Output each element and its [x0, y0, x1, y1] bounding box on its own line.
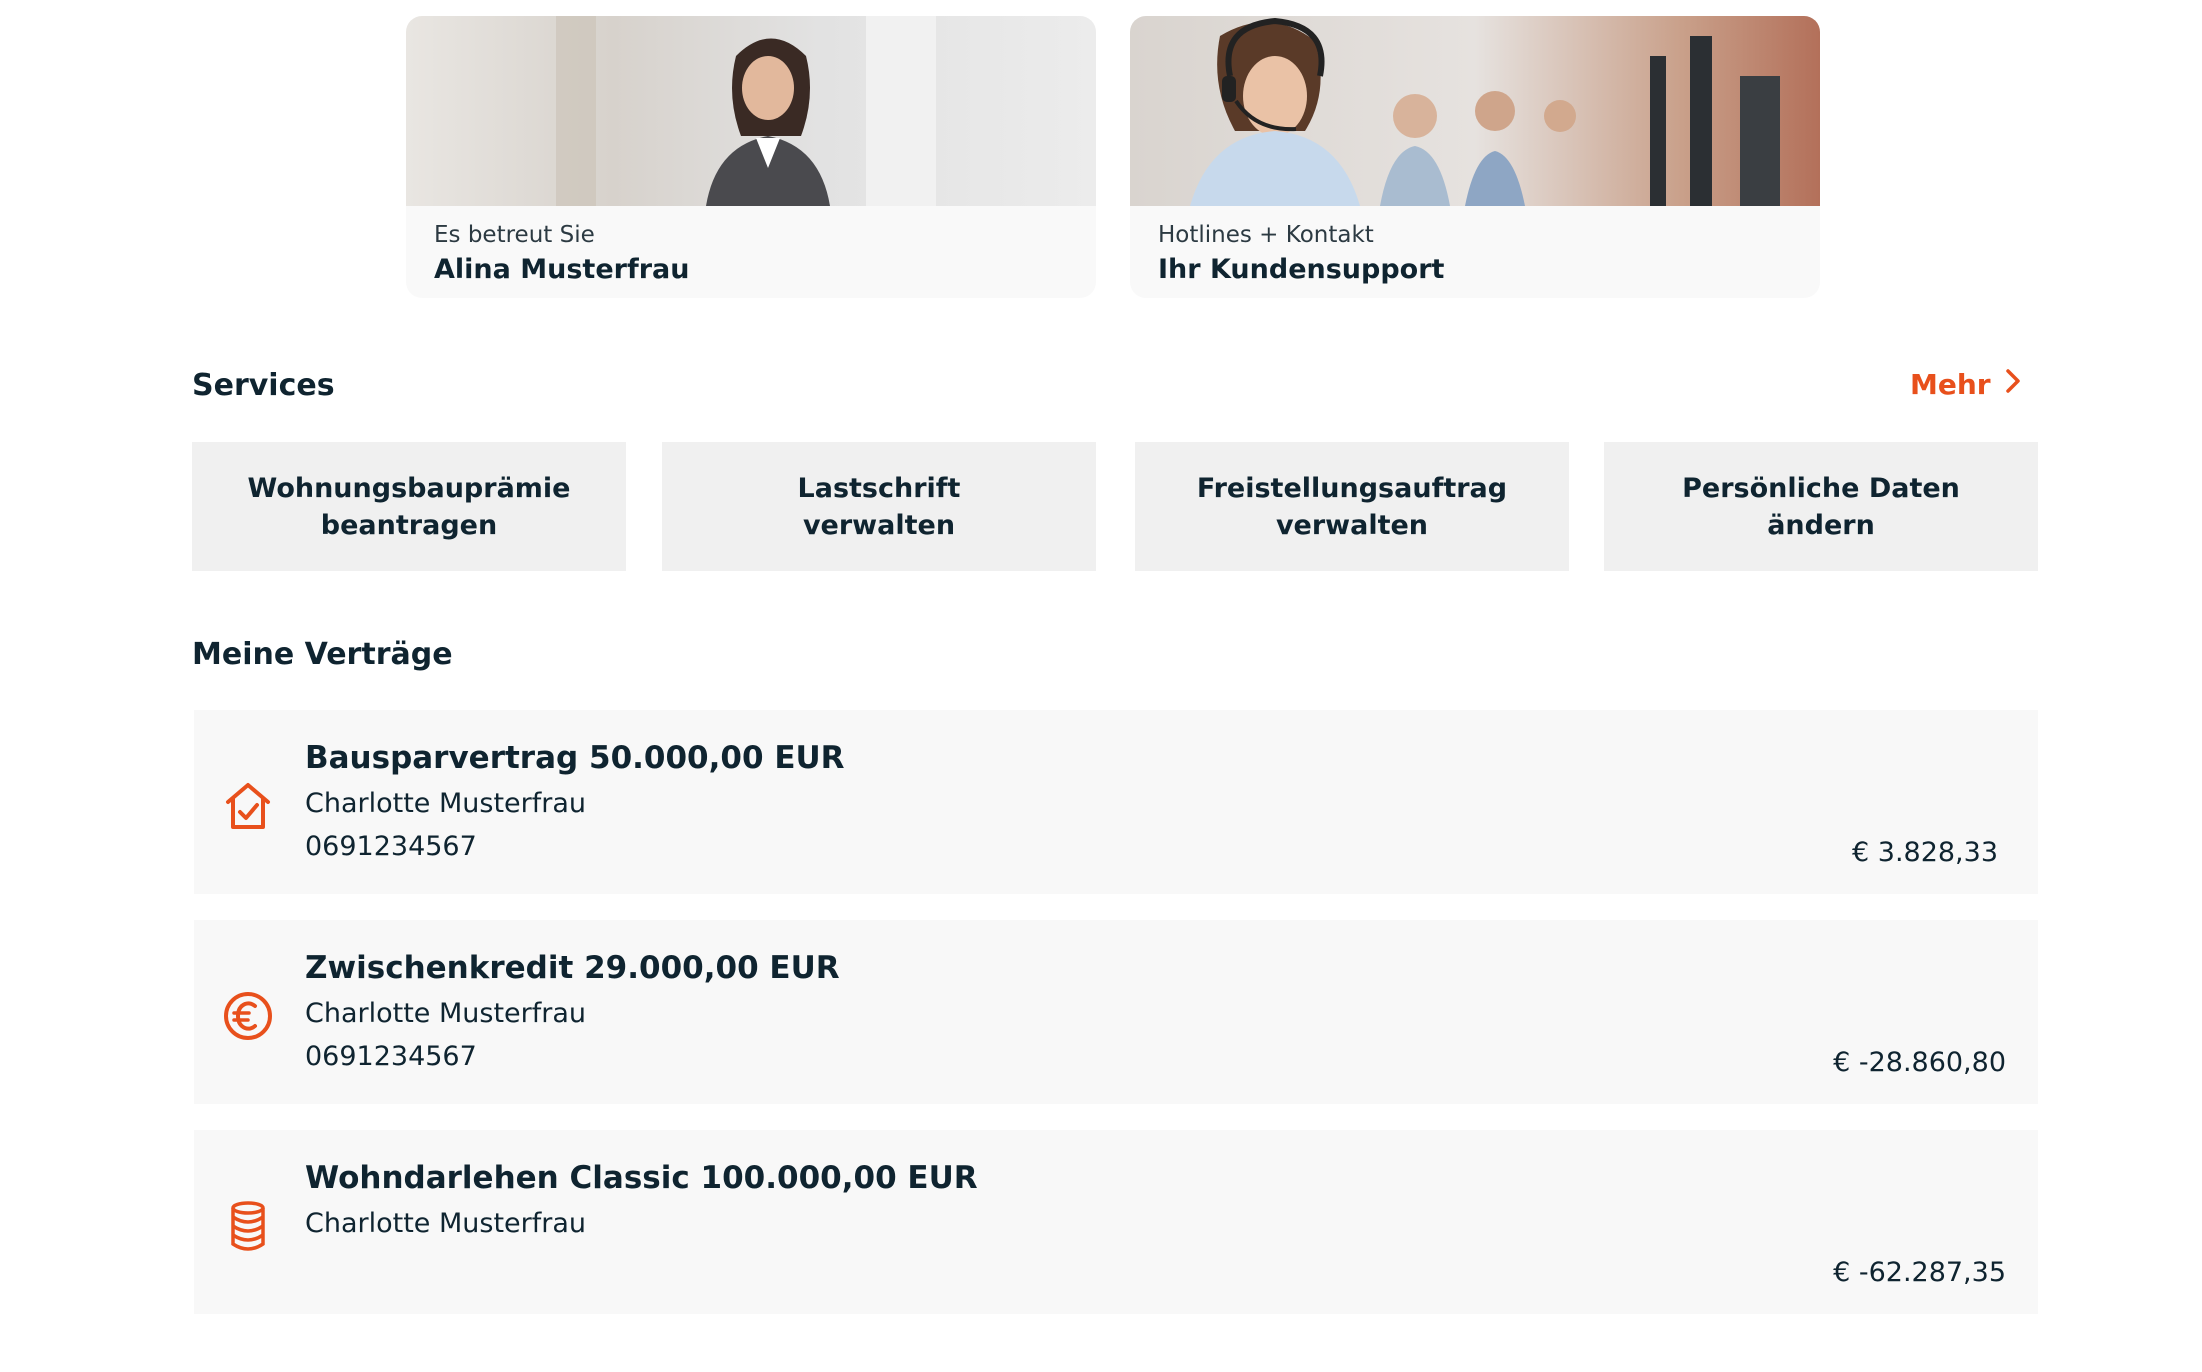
service-tile-label: Wohnungsbauprämie beantragen — [247, 472, 571, 541]
contract-number: 0691234567 — [305, 831, 477, 862]
support-photo — [1130, 16, 1820, 206]
contracts-heading: Meine Verträge — [192, 637, 453, 672]
contract-owner: Charlotte Musterfrau — [305, 998, 587, 1029]
service-tile-wohnungsbaupraemie[interactable]: Wohnungsbauprämie beantragen — [192, 442, 626, 571]
support-caption: Hotlines + Kontakt Ihr Kundensupport — [1130, 206, 1820, 298]
support-title: Ihr Kundensupport — [1158, 254, 1445, 285]
euro-circle-icon — [222, 990, 274, 1042]
service-tile-label: Persönliche Daten ändern — [1682, 472, 1960, 541]
service-tile-label: Lastschrift verwalten — [797, 472, 961, 541]
contract-amount: € -62.287,35 — [1833, 1257, 2006, 1288]
service-tile-freistellungsauftrag[interactable]: Freistellungsauftrag verwalten — [1135, 442, 1569, 571]
advisor-photo — [406, 16, 1096, 206]
contract-amount: € 3.828,33 — [1852, 837, 1998, 868]
contract-card-zwischenkredit[interactable]: Zwischenkredit 29.000,00 EUR Charlotte M… — [194, 920, 2038, 1104]
contract-number: 0691234567 — [305, 1041, 477, 1072]
contract-card-wohndarlehen[interactable]: Wohndarlehen Classic 100.000,00 EUR Char… — [194, 1130, 2038, 1314]
contract-title: Wohndarlehen Classic 100.000,00 EUR — [305, 1160, 978, 1196]
more-link-label: Mehr — [1910, 368, 1991, 401]
service-tile-persoenliche-daten[interactable]: Persönliche Daten ändern — [1604, 442, 2038, 571]
contract-title: Bausparvertrag 50.000,00 EUR — [305, 740, 845, 776]
contract-title: Zwischenkredit 29.000,00 EUR — [305, 950, 840, 986]
support-subtitle: Hotlines + Kontakt — [1158, 222, 1374, 248]
advisor-name: Alina Musterfrau — [434, 254, 690, 285]
support-card[interactable]: Hotlines + Kontakt Ihr Kundensupport — [1130, 16, 1820, 298]
contract-owner: Charlotte Musterfrau — [305, 788, 587, 819]
chevron-right-icon — [2005, 368, 2021, 401]
contract-owner: Charlotte Musterfrau — [305, 1208, 587, 1239]
coin-stack-icon — [222, 1200, 274, 1252]
advisor-caption: Es betreut Sie Alina Musterfrau — [406, 206, 1096, 298]
advisor-subtitle: Es betreut Sie — [434, 222, 595, 248]
service-tile-lastschrift[interactable]: Lastschrift verwalten — [662, 442, 1096, 571]
service-tile-label: Freistellungsauftrag verwalten — [1196, 472, 1508, 541]
contract-amount: € -28.860,80 — [1833, 1047, 2006, 1078]
house-check-icon — [222, 780, 274, 832]
services-more-link[interactable]: Mehr — [1910, 368, 2021, 401]
advisor-card[interactable]: Es betreut Sie Alina Musterfrau — [406, 16, 1096, 298]
contract-card-bausparvertrag[interactable]: Bausparvertrag 50.000,00 EUR Charlotte M… — [194, 710, 2038, 894]
services-heading: Services — [192, 368, 335, 403]
